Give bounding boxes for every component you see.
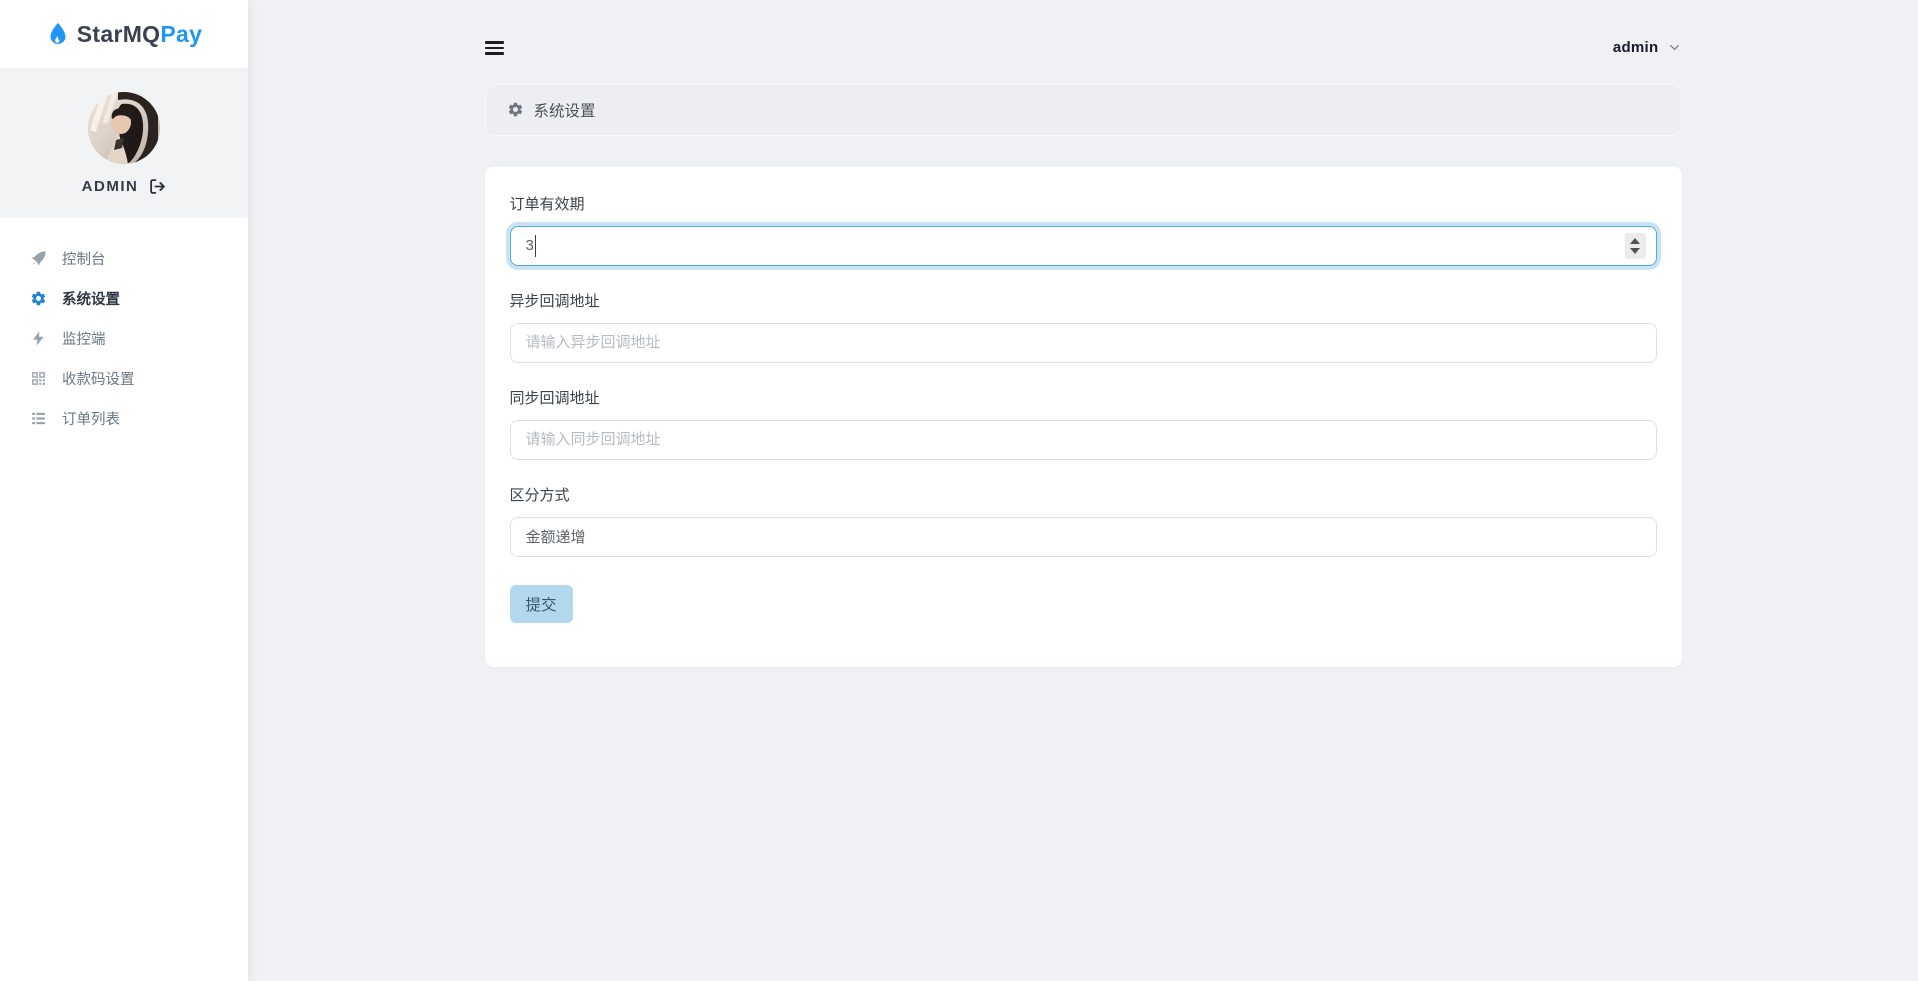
hamburger-menu-icon[interactable] — [485, 36, 504, 60]
sidebar-item-monitor[interactable]: 监控端 — [0, 318, 248, 358]
chevron-down-icon — [1667, 40, 1682, 55]
sidebar-item-label: 监控端 — [62, 328, 106, 349]
sidebar-item-orders[interactable]: 订单列表 — [0, 398, 248, 438]
avatar[interactable] — [88, 92, 160, 164]
gear-icon — [30, 290, 47, 307]
settings-form-card: 订单有效期 异步回调地址 同步回调地址 — [485, 167, 1682, 667]
sidebar-item-label: 系统设置 — [62, 288, 120, 309]
qrcode-icon — [30, 370, 47, 387]
page-title: 系统设置 — [534, 99, 596, 121]
order-validity-input[interactable] — [510, 226, 1657, 266]
user-dropdown[interactable]: admin — [1613, 39, 1682, 56]
spinner-down-icon[interactable] — [1630, 248, 1640, 254]
main-area: admin 系统设置 订单有效期 — [248, 0, 1918, 981]
sidebar-item-label: 控制台 — [62, 248, 106, 269]
distinguish-method-input[interactable] — [510, 517, 1657, 557]
async-callback-label: 异步回调地址 — [510, 290, 1657, 311]
spinner-up-icon[interactable] — [1630, 238, 1640, 244]
logout-icon[interactable] — [149, 178, 166, 195]
page-header: 系统设置 — [485, 84, 1682, 136]
async-callback-input[interactable] — [510, 323, 1657, 363]
submit-button[interactable]: 提交 — [510, 585, 573, 623]
sync-callback-input[interactable] — [510, 420, 1657, 460]
admin-username: ADMIN — [82, 178, 139, 195]
brand-logo[interactable]: StarMQPay — [0, 0, 248, 68]
sidebar: StarMQPay ADMIN — [0, 0, 248, 981]
sidebar-item-settings[interactable]: 系统设置 — [0, 278, 248, 318]
rocket-icon — [30, 250, 47, 267]
number-spinner[interactable] — [1625, 233, 1646, 259]
gear-icon — [507, 101, 524, 118]
form-group-async-callback: 异步回调地址 — [510, 290, 1657, 363]
sync-callback-label: 同步回调地址 — [510, 387, 1657, 408]
lightning-icon — [30, 330, 47, 347]
sidebar-item-console[interactable]: 控制台 — [0, 238, 248, 278]
sidebar-item-label: 收款码设置 — [62, 368, 135, 389]
sidebar-item-qrcode-settings[interactable]: 收款码设置 — [0, 358, 248, 398]
topbar: admin — [485, 0, 1682, 60]
list-icon — [30, 410, 47, 427]
form-group-distinguish-method: 区分方式 — [510, 484, 1657, 557]
topbar-username: admin — [1613, 39, 1659, 56]
flame-logo-icon — [46, 21, 70, 47]
brand-name: StarMQPay — [77, 21, 202, 48]
form-group-sync-callback: 同步回调地址 — [510, 387, 1657, 460]
order-validity-label: 订单有效期 — [510, 193, 1657, 214]
form-group-order-validity: 订单有效期 — [510, 193, 1657, 266]
distinguish-method-label: 区分方式 — [510, 484, 1657, 505]
profile-section: ADMIN — [0, 68, 248, 218]
sidebar-item-label: 订单列表 — [62, 408, 120, 429]
sidebar-menu: 控制台 系统设置 监控端 收款码设置 — [0, 218, 248, 438]
